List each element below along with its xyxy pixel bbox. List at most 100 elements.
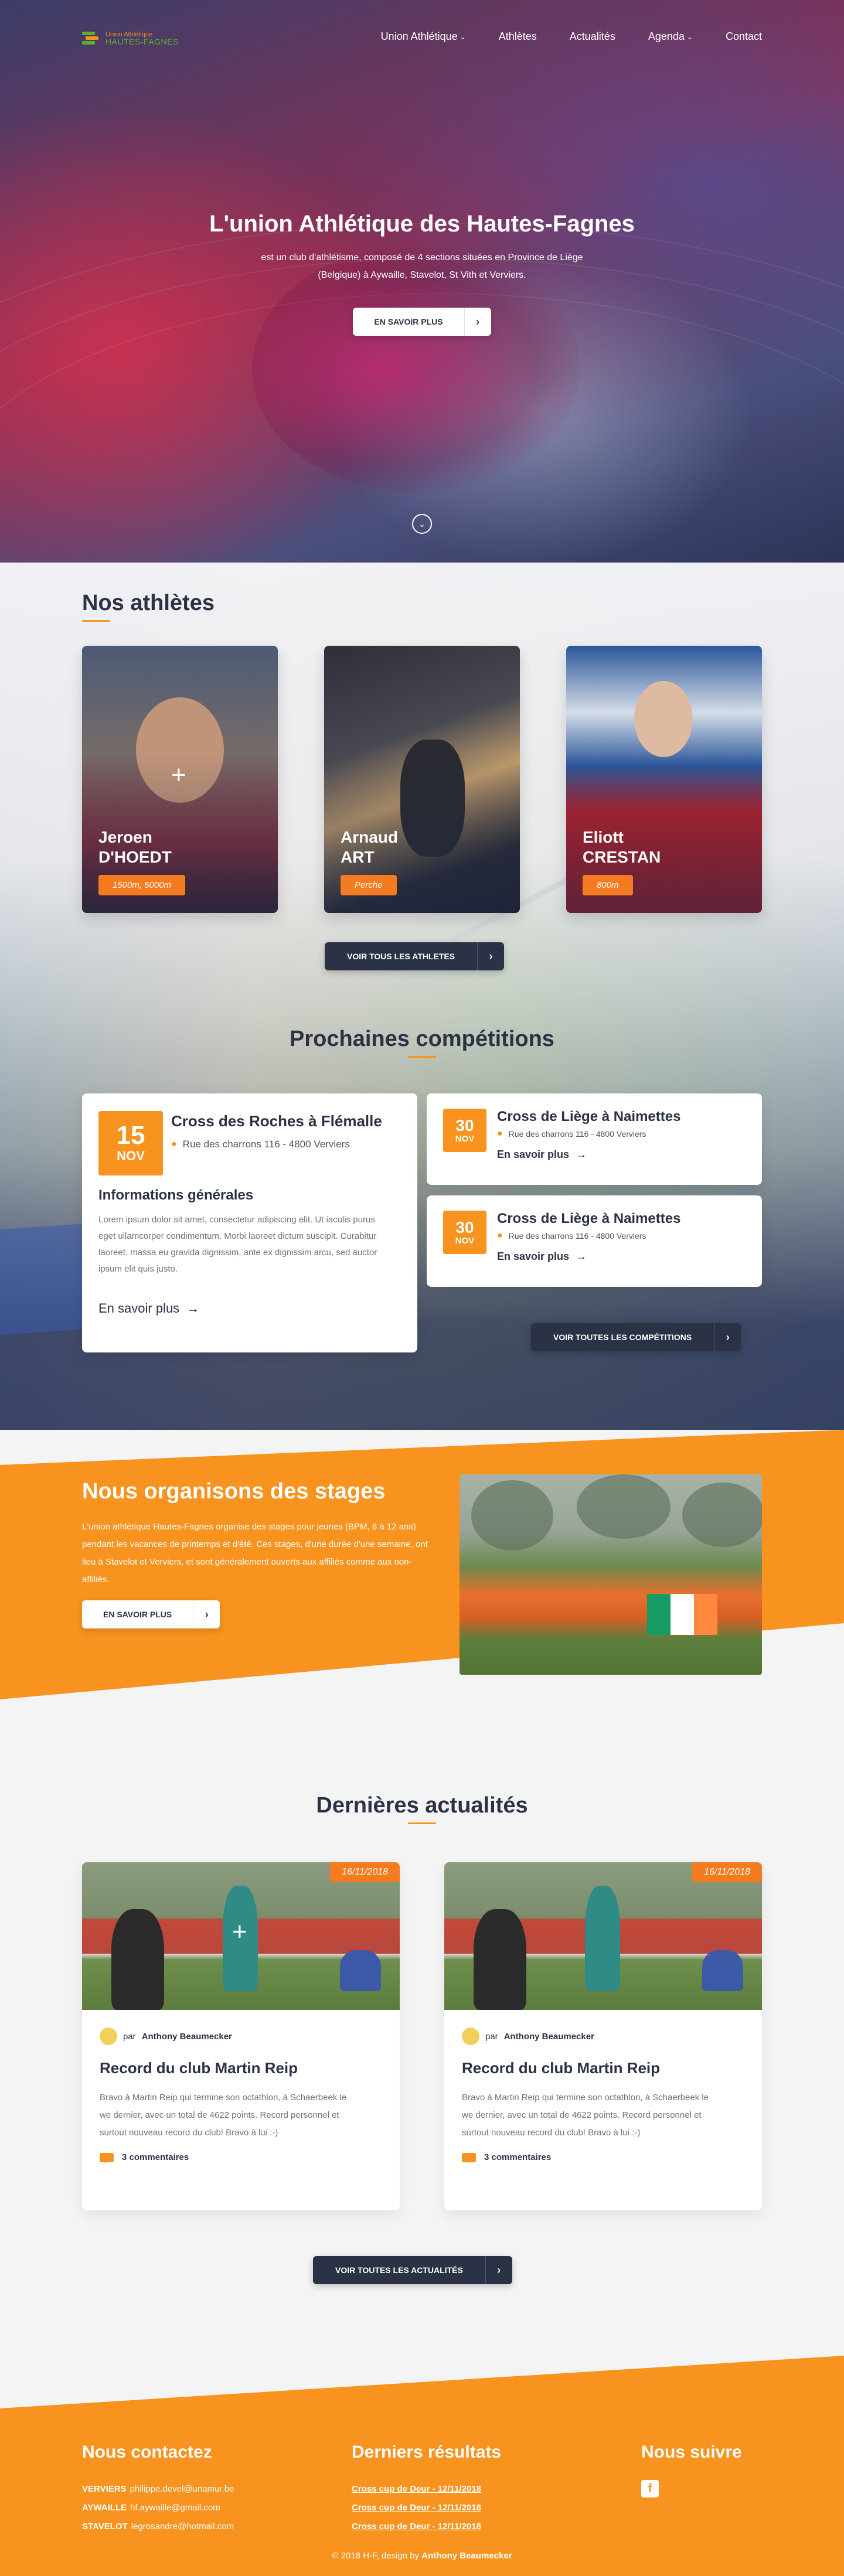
- arrow-right-icon: ›: [485, 2256, 512, 2284]
- nav-item-label: Contact: [725, 30, 762, 42]
- date-badge: 16/11/2018: [692, 1862, 762, 1882]
- arrow-right-icon: →: [576, 1250, 587, 1262]
- nav-item-agenda[interactable]: Agenda ⌄: [648, 30, 693, 43]
- author-name: Anthony Beaumecker: [141, 2031, 232, 2042]
- result-link[interactable]: Cross cup de Deur - 12/11/2018: [352, 2517, 501, 2536]
- arrow-right-icon: ›: [193, 1600, 220, 1628]
- avatar: [462, 2028, 479, 2045]
- news-title-text: Record du club Martin Reip: [462, 2059, 661, 2077]
- news-image: + 16/11/2018: [82, 1862, 400, 2010]
- plus-icon: +: [232, 1917, 247, 1946]
- athlete-name: Eliott CRESTAN: [583, 828, 661, 866]
- news-image: 16/11/2018: [444, 1862, 762, 2010]
- athletes-title: Nos athlètes: [82, 591, 215, 622]
- athlete-discipline-badge: Perche: [341, 875, 397, 895]
- contact-row: AYWAILLE hf.aywaille@gmail.com: [82, 2503, 220, 2513]
- button-label: VOIR TOUTES LES ACTUALITÉS: [335, 2265, 463, 2275]
- author: par Anthony Beaumecker: [100, 2028, 382, 2045]
- nav-item-actualites[interactable]: Actualités: [570, 30, 615, 43]
- nav-item-label: Athlètes: [498, 30, 537, 42]
- info-text: Lorem ipsum dolor sit amet, consectetur …: [98, 1215, 377, 1274]
- nav-links: Union Athlétique ⌄ Athlètes Actualités Ag…: [381, 30, 762, 43]
- site-logo[interactable]: Union Athlétique HAUTES-FAGNES: [82, 30, 199, 46]
- logo-text: Union Athlétique HAUTES-FAGNES: [106, 31, 179, 46]
- more-link[interactable]: En savoir plus →: [497, 1250, 587, 1263]
- copyright: © 2018 H-F, design by Anthony Beaumecker: [332, 2551, 512, 2561]
- athlete-discipline-badge: 1500m, 5000m: [98, 875, 186, 895]
- all-athletes-button[interactable]: VOIR TOUS LES ATHLETES ›: [325, 942, 505, 970]
- contact-email[interactable]: philippe.devel@unamur.be: [130, 2484, 234, 2494]
- arrow-right-icon: ›: [464, 308, 491, 336]
- button-label: VOIR TOUS LES ATHLETES: [347, 952, 455, 961]
- logo-icon: [82, 30, 102, 46]
- athlete-card[interactable]: Eliott CRESTAN 800m: [566, 646, 762, 913]
- stages-more-button[interactable]: EN SAVOIR PLUS ›: [82, 1600, 220, 1628]
- more-link[interactable]: En savoir plus →: [497, 1149, 587, 1161]
- arrow-right-icon: →: [186, 1301, 200, 1316]
- all-news-button[interactable]: VOIR TOUTES LES ACTUALITÉS ›: [313, 2256, 512, 2284]
- info-title: Informations générales: [98, 1187, 254, 1203]
- comments-link[interactable]: 3 commentaires: [100, 2152, 382, 2163]
- date-month: NOV: [455, 1133, 475, 1144]
- athlete-name: Jeroen D'HOEDT: [98, 828, 172, 866]
- competitions-title: Prochaines compétitions: [0, 1027, 844, 1058]
- button-label: VOIR TOUTES LES COMPÉTITIONS: [553, 1333, 692, 1342]
- competition-featured-card: 15 NOV Cross des Roches à Flémalle ● Rue…: [82, 1093, 417, 1352]
- nav-item-contact[interactable]: Contact: [726, 30, 762, 43]
- scroll-down-icon[interactable]: ⌄: [412, 514, 432, 534]
- athletes-competitions-section: Nos athlètes + Jeroen D'HOEDT 1500m, 5000…: [0, 563, 844, 1430]
- competition-location: ● Rue des charrons 116 - 4800 Verviers: [171, 1139, 350, 1150]
- nav-item-union[interactable]: Union Athlétique ⌄: [381, 30, 466, 43]
- competition-name: Cross des Roches à Flémalle: [171, 1112, 382, 1130]
- nav-item-label: Agenda: [648, 30, 685, 42]
- news-excerpt: Bravo à Martin Reip qui termine son octa…: [100, 2093, 347, 2138]
- hero-section: Union Athlétique HAUTES-FAGNES Union Ath…: [0, 0, 844, 563]
- stages-group-photo: [460, 1474, 762, 1675]
- athlete-discipline-badge: 800m: [583, 875, 633, 895]
- athlete-card[interactable]: + Jeroen D'HOEDT 1500m, 5000m: [82, 646, 278, 913]
- footer: Nous contactez VERVIERS philippe.devel@un…: [0, 2356, 844, 2576]
- hero-title: L'union Athlétique des Hautes-Fagnes: [209, 211, 635, 237]
- date-badge: 30 NOV: [443, 1211, 486, 1254]
- stages-title: Nous organisons des stages: [82, 1479, 386, 1504]
- copyright-author[interactable]: Anthony Beaumecker: [421, 2551, 512, 2561]
- contact-title: Nous contactez: [82, 2442, 212, 2462]
- contact-email[interactable]: legrosandre@hotmail.com: [131, 2522, 234, 2531]
- result-link[interactable]: Cross cup de Deur - 12/11/2018: [352, 2499, 501, 2517]
- main-nav: Union Athlétique HAUTES-FAGNES Union Ath…: [0, 0, 844, 88]
- date-month: NOV: [455, 1235, 475, 1246]
- irish-flag-image: [647, 1594, 717, 1635]
- map-pin-icon: ●: [497, 1129, 503, 1139]
- footer-contact: Nous contactez VERVIERS philippe.devel@un…: [82, 2442, 234, 2536]
- stages-description: L'union athlétique Hautes-Fagnes organis…: [82, 1522, 428, 1585]
- arrow-right-icon: →: [576, 1149, 587, 1160]
- contact-email[interactable]: hf.aywaille@gmail.com: [130, 2503, 220, 2513]
- athlete-card[interactable]: Arnaud ART Perche: [324, 646, 520, 913]
- footer-results: Derniers résultats Cross cup de Deur - 1…: [352, 2442, 501, 2536]
- result-link[interactable]: Cross cup de Deur - 12/11/2018: [352, 2480, 501, 2499]
- date-badge: 15 NOV: [98, 1111, 163, 1175]
- facebook-icon[interactable]: f: [641, 2480, 659, 2497]
- nav-item-athletes[interactable]: Athlètes: [499, 30, 537, 43]
- date-month: NOV: [117, 1149, 145, 1163]
- hero-more-button[interactable]: EN SAVOIR PLUS ›: [353, 308, 491, 336]
- hero-content: L'union Athlétique des Hautes-Fagnes est…: [0, 211, 844, 336]
- competition-card: 30 NOV Cross de Liège à Naimettes ● Rue …: [427, 1195, 762, 1287]
- all-competitions-button[interactable]: VOIR TOUTES LES COMPÉTITIONS ›: [531, 1323, 741, 1351]
- news-card[interactable]: + 16/11/2018 par Anthony Beaumecker Reco…: [82, 1862, 400, 2210]
- hero-subtitle: est un club d'athlétisme, composé de 4 s…: [261, 253, 583, 280]
- news-card[interactable]: 16/11/2018 par Anthony Beaumecker Record…: [444, 1862, 762, 2210]
- competition-location: ● Rue des charrons 116 - 4800 Verviers: [497, 1231, 646, 1241]
- comments-link[interactable]: 3 commentaires: [462, 2152, 744, 2163]
- author-name: Anthony Beaumecker: [503, 2031, 594, 2042]
- author: par Anthony Beaumecker: [462, 2028, 744, 2045]
- nav-item-label: Union Athlétique: [380, 30, 458, 42]
- avatar: [100, 2028, 117, 2045]
- logo-line-2: HAUTES-FAGNES: [106, 37, 179, 46]
- news-excerpt: Bravo à Martin Reip qui termine son octa…: [462, 2093, 709, 2138]
- date-badge: 30 NOV: [443, 1109, 486, 1152]
- map-pin-icon: ●: [171, 1139, 177, 1149]
- stages-section: Nous organisons des stages L'union athlé…: [0, 1430, 844, 1793]
- more-link[interactable]: En savoir plus →: [98, 1301, 199, 1316]
- button-label: EN SAVOIR PLUS: [103, 1610, 172, 1619]
